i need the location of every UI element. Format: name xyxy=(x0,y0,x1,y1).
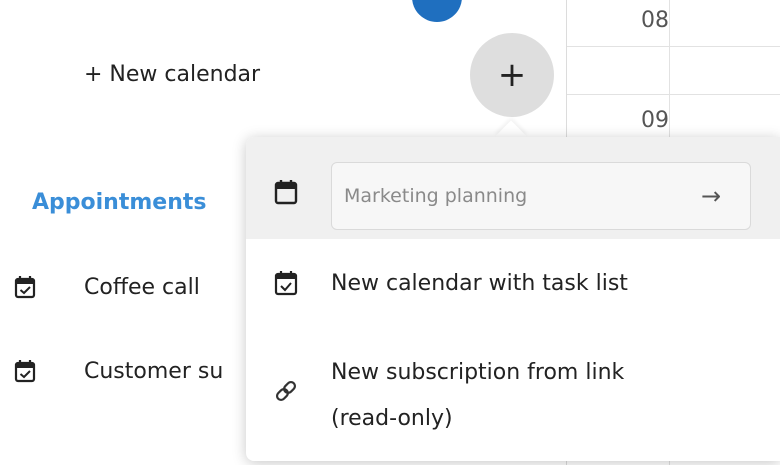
calendar-check-icon xyxy=(14,276,36,299)
add-calendar-button[interactable]: + xyxy=(470,33,554,117)
hour-label-09: 09 xyxy=(641,108,669,133)
sidebar-item-label: Customer su xyxy=(84,358,224,384)
new-calendar-label[interactable]: + New calendar xyxy=(84,62,260,87)
link-icon xyxy=(275,380,297,402)
calendar-check-icon xyxy=(14,360,36,383)
new-calendar-popover: → New calendar with task list New subscr… xyxy=(246,137,780,461)
calendar-check-icon xyxy=(274,271,298,296)
menu-item-label: New calendar with task list xyxy=(331,271,628,296)
avatar[interactable] xyxy=(412,0,462,22)
section-title-appointments[interactable]: Appointments xyxy=(32,190,206,215)
calendar-icon xyxy=(274,180,298,205)
sidebar-item-customer[interactable]: Customer su xyxy=(14,356,223,386)
menu-item-label-line1: New subscription from link xyxy=(331,360,625,385)
popover-input-row: → xyxy=(246,137,780,239)
arrow-right-icon[interactable]: → xyxy=(701,182,721,210)
grid-line xyxy=(567,46,780,47)
menu-item-label-line2: (read-only) xyxy=(331,406,453,431)
hour-label-08: 08 xyxy=(641,8,669,33)
sidebar-item-coffee-call[interactable]: Coffee call xyxy=(14,272,200,302)
grid-line xyxy=(567,94,780,95)
calendar-name-input[interactable] xyxy=(331,162,751,230)
sidebar-item-label: Coffee call xyxy=(84,274,200,300)
plus-icon: + xyxy=(497,55,527,95)
